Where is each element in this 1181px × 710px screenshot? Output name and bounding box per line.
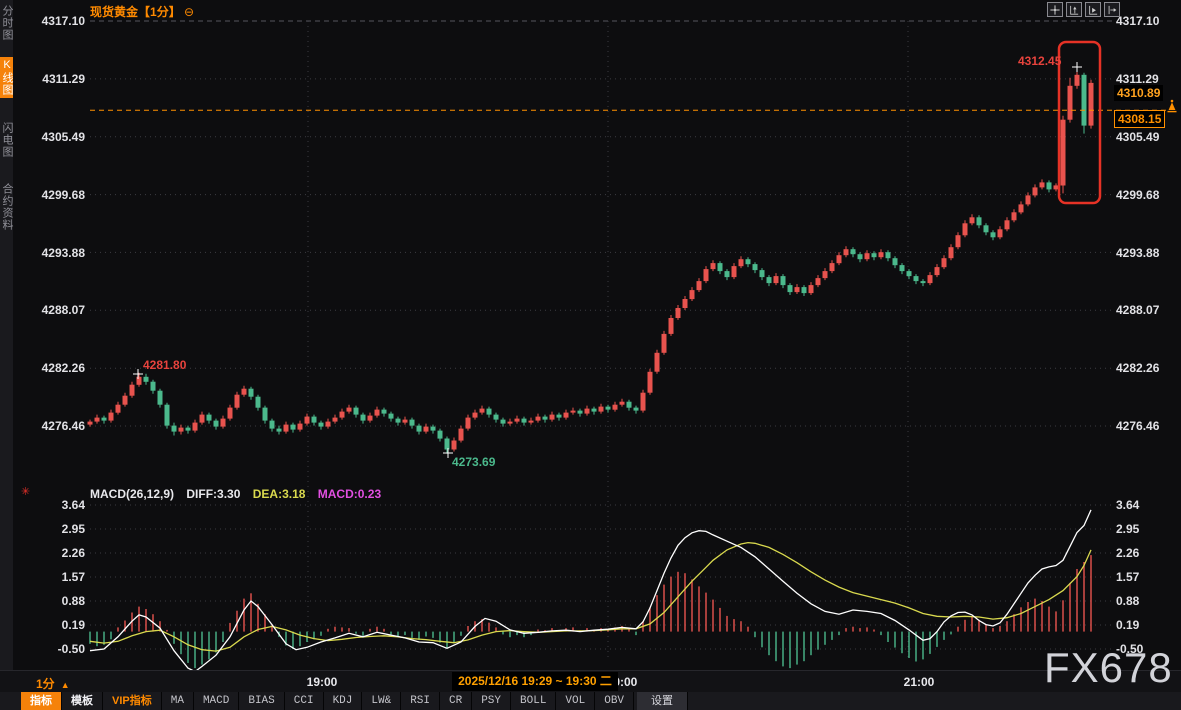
tab-templates[interactable]: 模板 [62, 692, 103, 710]
tab-cci[interactable]: CCI [285, 692, 324, 710]
tab-macd[interactable]: MACD [194, 692, 239, 710]
macd-tick: 0.88 [35, 594, 85, 608]
collapse-icon[interactable]: ⊖ [184, 5, 194, 19]
sidebar-item-time-chart[interactable]: 分时图 [0, 5, 13, 41]
tab-psy[interactable]: PSY [472, 692, 511, 710]
price-tick: 4276.46 [1116, 419, 1166, 433]
macd-tick: 2.95 [35, 522, 85, 536]
macd-tick: 1.57 [1116, 570, 1166, 584]
tab-indicators[interactable]: 指标 [21, 692, 62, 710]
high-price-annotation: 4312.45 [1018, 54, 1061, 68]
macd-diff-value: DIFF:3.30 [186, 487, 240, 501]
symbol-name: 现货黄金 [90, 5, 138, 19]
macd-name: MACD(26,12,9) [90, 487, 174, 501]
price-tick: 4311.29 [1116, 72, 1166, 86]
chart-title: 现货黄金【1分】 ⊖ [90, 3, 194, 20]
interval-label: 1分 [36, 677, 55, 691]
pan-right-icon[interactable] [1104, 2, 1120, 17]
interval-tag: 【1分】 [138, 5, 181, 19]
price-tick: 4282.26 [35, 361, 85, 375]
time-tick: 21:00 [904, 675, 935, 689]
chevron-up-icon: ▲ [61, 680, 70, 690]
tab-vol[interactable]: VOL [556, 692, 595, 710]
macd-dea-value: DEA:3.18 [253, 487, 306, 501]
sidebar-item-kline-chart[interactable]: K线图 [0, 57, 13, 98]
macd-tick: 0.19 [1116, 618, 1166, 632]
price-tick: 4305.49 [1116, 130, 1166, 144]
fx678-watermark: FX678 [1044, 644, 1173, 692]
macd-tick: 0.88 [1116, 594, 1166, 608]
tab-settings[interactable]: 设置 [637, 692, 688, 710]
tab-kdj[interactable]: KDJ [324, 692, 363, 710]
swing-low-annotation: 4273.69 [452, 455, 495, 469]
macd-tick: -0.50 [35, 642, 85, 656]
price-tick: 4288.07 [1116, 303, 1166, 317]
last-price-label: 4310.89 [1114, 85, 1163, 101]
interval-selector[interactable]: 1分 ▲ [36, 675, 70, 692]
fit-y-axis-icon[interactable] [1066, 2, 1082, 17]
macd-tick: 1.57 [35, 570, 85, 584]
price-tick: 4293.88 [1116, 246, 1166, 260]
price-tick: 4282.26 [1116, 361, 1166, 375]
indicator-settings-icon[interactable]: ✳ [21, 485, 30, 498]
macd-header: MACD(26,12,9) DIFF:3.30 DEA:3.18 MACD:0.… [90, 487, 390, 501]
trading-app: 分时图 K线图 闪电图 合约资料 现货黄金【1分】 ⊖ 4317.10 4311… [0, 0, 1181, 710]
alert-icon[interactable] [1166, 99, 1178, 118]
crosshair-icon[interactable] [1047, 2, 1063, 17]
indicator-toolbar: 指标 模板 VIP指标 MA MACD BIAS CCI KDJ LW& RSI… [0, 692, 1181, 710]
price-tick: 4299.68 [35, 188, 85, 202]
tab-vip-indicators[interactable]: VIP指标 [103, 692, 162, 710]
sidebar-item-contract-info[interactable]: 合约资料 [0, 183, 13, 231]
sidebar-item-flash-chart[interactable]: 闪电图 [0, 122, 13, 158]
tab-obv[interactable]: OBV [595, 692, 634, 710]
time-tick: 19:00 [307, 675, 338, 689]
macd-tick: 2.26 [1116, 546, 1166, 560]
price-tick: 4299.68 [1116, 188, 1166, 202]
tab-boll[interactable]: BOLL [511, 692, 556, 710]
tab-cr[interactable]: CR [440, 692, 472, 710]
price-tick: 4288.07 [35, 303, 85, 317]
price-tick: 4293.88 [35, 246, 85, 260]
price-chart-canvas[interactable] [0, 0, 1181, 710]
chart-tools [1047, 2, 1120, 17]
price-tick: 4317.10 [1116, 14, 1166, 28]
price-tick: 4276.46 [35, 419, 85, 433]
macd-tick: 3.64 [1116, 498, 1166, 512]
tab-bias[interactable]: BIAS [239, 692, 284, 710]
macd-tick: 2.95 [1116, 522, 1166, 536]
time-axis: 1分▲ 19:00 20:00 21:00 2025/12/16 19:29 ~… [0, 670, 1181, 693]
tab-rsi[interactable]: RSI [401, 692, 440, 710]
tab-lw[interactable]: LW& [362, 692, 401, 710]
candle-time-tooltip: 2025/12/16 19:29 ~ 19:30 二 [452, 672, 618, 691]
macd-macd-value: MACD:0.23 [318, 487, 381, 501]
macd-tick: 0.19 [35, 618, 85, 632]
swing-high-annotation: 4281.80 [143, 358, 186, 372]
price-tick: 4311.29 [35, 72, 85, 86]
macd-tick: 3.64 [35, 498, 85, 512]
tab-ma[interactable]: MA [162, 692, 194, 710]
auto-scroll-icon[interactable] [1085, 2, 1101, 17]
macd-tick: 2.26 [35, 546, 85, 560]
price-tick: 4305.49 [35, 130, 85, 144]
chart-mode-sidebar: 分时图 K线图 闪电图 合约资料 [0, 0, 13, 692]
price-tick: 4317.10 [35, 14, 85, 28]
alert-price-label[interactable]: 4308.15 [1114, 110, 1165, 128]
